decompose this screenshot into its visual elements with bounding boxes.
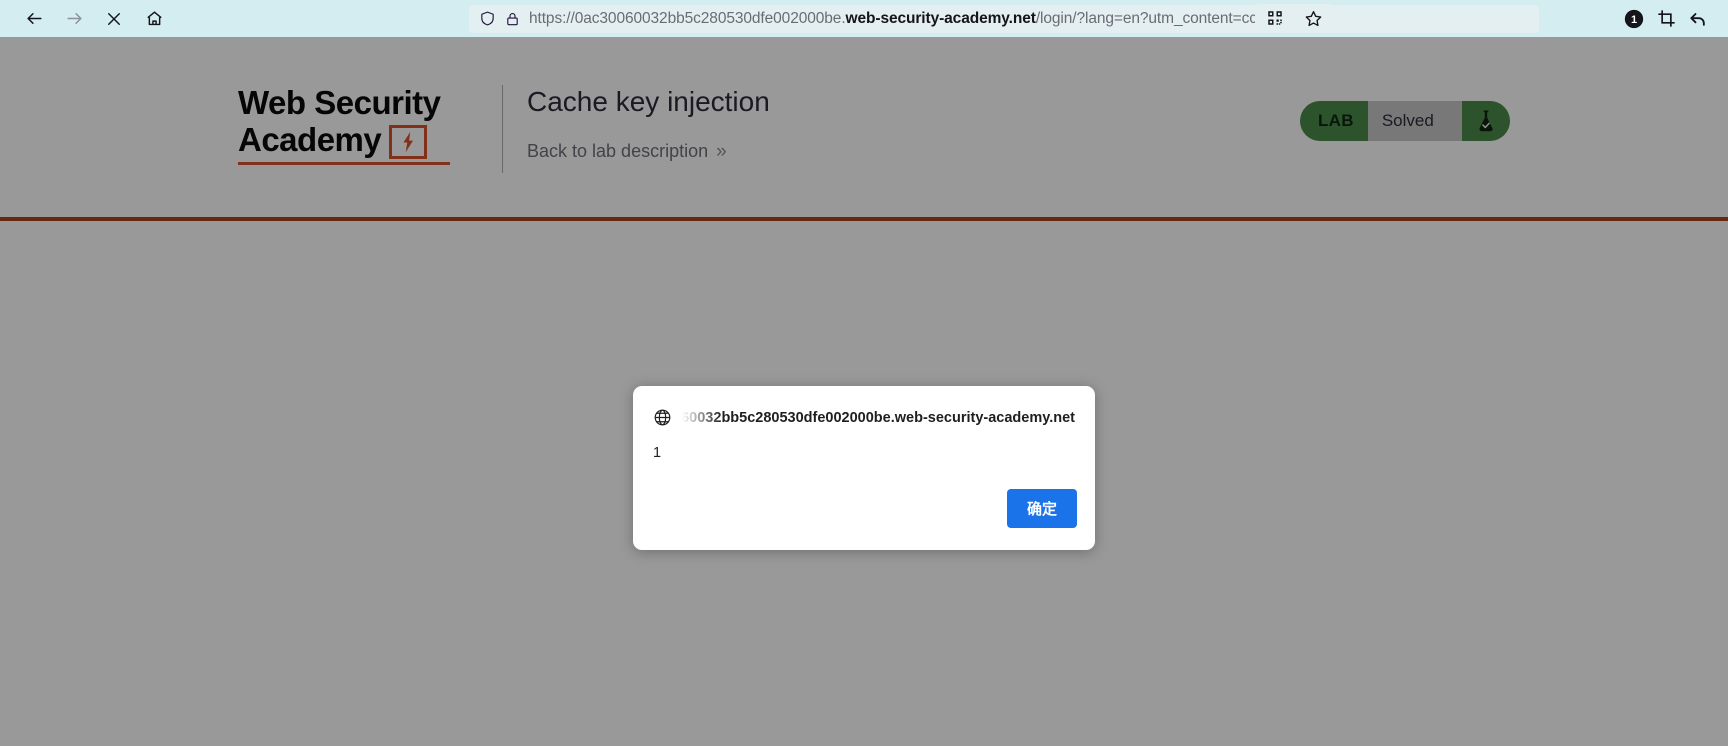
star-icon bbox=[1305, 10, 1321, 26]
forward-button[interactable] bbox=[54, 4, 94, 34]
bookmark-button[interactable] bbox=[1297, 4, 1329, 32]
qr-code-icon bbox=[1268, 11, 1282, 25]
dialog-message: 1 bbox=[653, 445, 662, 461]
browser-toolbar: https://0ac30060032bb5c280530dfe002000be… bbox=[0, 0, 1728, 37]
dialog-actions: 确定 bbox=[633, 473, 1095, 550]
modal-overlay: 0ac30060032bb5c280530dfe002000be.web-sec… bbox=[0, 37, 1728, 746]
url-bar[interactable]: https://0ac30060032bb5c280530dfe002000be… bbox=[469, 4, 1539, 33]
notification-badge-button[interactable]: 1 bbox=[1618, 5, 1650, 33]
back-arrow-icon bbox=[26, 12, 42, 25]
toolbar-right-actions: 1 bbox=[1618, 5, 1714, 33]
url-bar-container: https://0ac30060032bb5c280530dfe002000be… bbox=[174, 4, 1714, 33]
stop-x-icon bbox=[108, 12, 120, 25]
undo-arrow-icon bbox=[1690, 12, 1705, 26]
url-text[interactable]: https://0ac30060032bb5c280530dfe002000be… bbox=[529, 10, 1529, 28]
dialog-title-row: 0ac30060032bb5c280530dfe002000be.web-sec… bbox=[633, 386, 1095, 427]
dialog-ok-button[interactable]: 确定 bbox=[1006, 489, 1077, 528]
crop-button[interactable] bbox=[1650, 5, 1682, 33]
undo-button[interactable] bbox=[1682, 5, 1714, 33]
url-domain: web-security-academy.net bbox=[845, 9, 1036, 27]
stop-button[interactable] bbox=[94, 4, 134, 34]
qr-code-button[interactable] bbox=[1259, 4, 1291, 32]
javascript-alert-dialog: 0ac30060032bb5c280530dfe002000be.web-sec… bbox=[633, 386, 1095, 550]
globe-icon bbox=[653, 408, 672, 427]
shield-icon[interactable] bbox=[479, 10, 496, 27]
notification-badge-icon: 1 bbox=[1624, 9, 1644, 28]
padlock-icon[interactable] bbox=[505, 11, 520, 27]
page-content: Web Security Academy Cache key injection… bbox=[0, 37, 1728, 746]
dialog-origin-host: 0ac30060032bb5c280530dfe002000be.web-sec… bbox=[682, 409, 1075, 426]
svg-text:1: 1 bbox=[1631, 14, 1637, 26]
url-scheme: https://0ac30060032bb5c280530dfe002000be… bbox=[529, 9, 846, 27]
back-button[interactable] bbox=[14, 4, 54, 34]
url-bar-actions bbox=[1255, 4, 1333, 32]
home-button[interactable] bbox=[134, 4, 174, 34]
forward-arrow-icon bbox=[66, 12, 82, 25]
crop-icon bbox=[1657, 10, 1675, 27]
home-icon bbox=[146, 11, 162, 26]
